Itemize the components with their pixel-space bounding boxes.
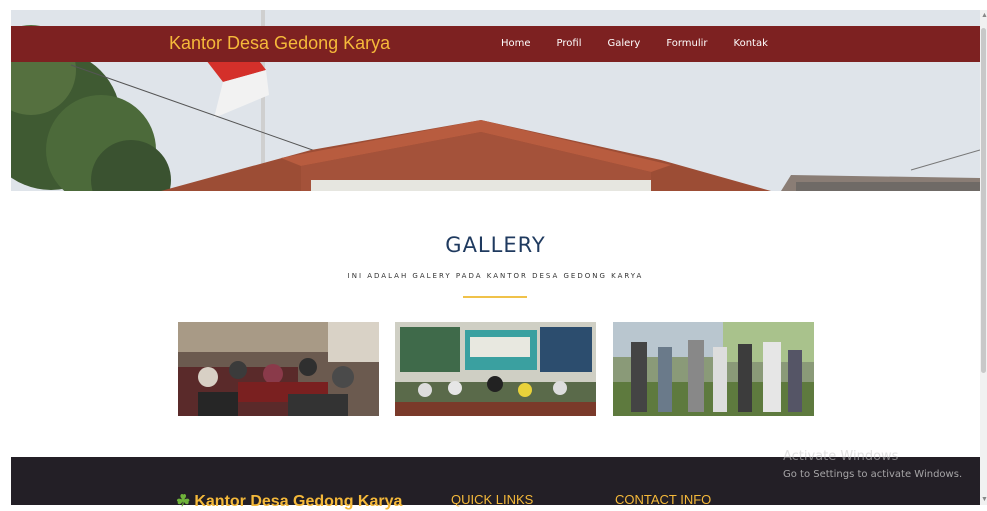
gallery-section: GALLERY INI ADALAH GALERY PADA KANTOR DE… xyxy=(11,191,980,457)
window-left-edge xyxy=(0,0,11,505)
site-brand[interactable]: Kantor Desa Gedong Karya xyxy=(169,33,390,54)
scrollbar-thumb[interactable] xyxy=(981,28,986,373)
leaf-icon: ☘ xyxy=(176,493,191,510)
activate-windows-title: Activate Windows xyxy=(783,449,899,464)
gallery-photo-3[interactable] xyxy=(613,322,814,416)
gallery-photo-2[interactable] xyxy=(395,322,596,416)
top-navbar: Kantor Desa Gedong Karya Home Profil Gal… xyxy=(11,26,980,62)
scroll-down-icon[interactable]: ▼ xyxy=(981,496,987,503)
nav-menu: Home Profil Galery Formulir Kontak xyxy=(501,38,794,49)
title-divider xyxy=(463,296,527,298)
nav-link-galery[interactable]: Galery xyxy=(607,38,640,49)
nav-link-profil[interactable]: Profil xyxy=(557,38,582,49)
page-scrollbar[interactable]: ▲ ▼ xyxy=(980,10,987,505)
footer-brand: ☘ Kantor Desa Gedong Karya xyxy=(176,491,402,511)
nav-link-home[interactable]: Home xyxy=(501,38,531,49)
gallery-title: GALLERY xyxy=(445,233,546,257)
activate-windows-subtitle: Go to Settings to activate Windows. xyxy=(783,469,963,480)
window-top-edge xyxy=(0,0,987,10)
nav-link-formulir[interactable]: Formulir xyxy=(666,38,707,49)
gallery-subtitle: INI ADALAH GALERY PADA KANTOR DESA GEDON… xyxy=(347,272,644,280)
nav-link-kontak[interactable]: Kontak xyxy=(734,38,768,49)
scroll-up-icon[interactable]: ▲ xyxy=(981,12,987,19)
gallery-photo-1[interactable] xyxy=(178,322,379,416)
footer-brand-label: Kantor Desa Gedong Karya xyxy=(194,493,403,510)
footer: ☘ Kantor Desa Gedong Karya QUICK LINKS CO… xyxy=(11,457,980,510)
